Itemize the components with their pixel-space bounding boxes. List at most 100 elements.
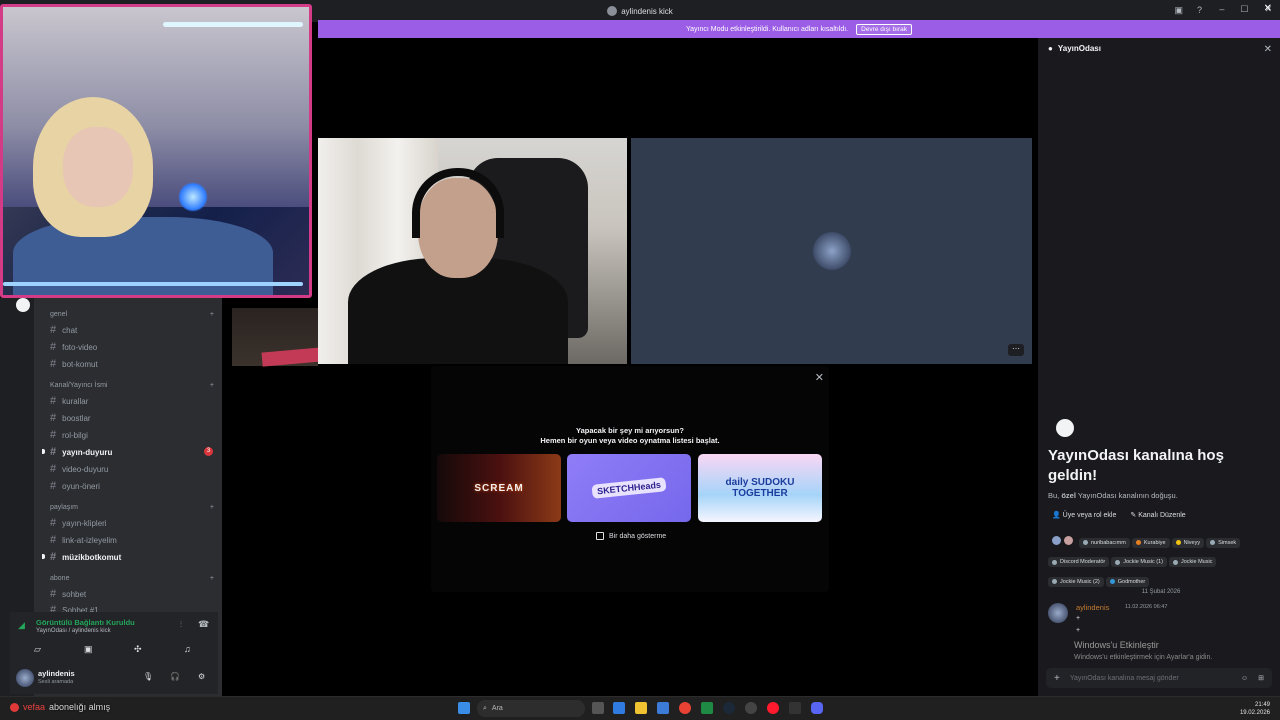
video-tile-camera[interactable] xyxy=(318,138,627,364)
maximize-icon[interactable]: ☐ xyxy=(1240,4,1248,15)
discord-icon[interactable] xyxy=(811,702,823,714)
channel-link-at-izleyelim[interactable]: # link-at-izleyelim xyxy=(50,534,117,546)
settings-gear-icon[interactable]: ⚙ xyxy=(198,672,205,681)
subscriber-name: vefaa xyxy=(23,702,46,712)
channel-actions: 👤 Üye veya rol ekle ✎ Kanalı Düzenle xyxy=(1052,511,1186,519)
message-line: + xyxy=(1076,615,1081,622)
channel-bot-komut[interactable]: # bot-komut xyxy=(50,358,98,370)
game-card-sketchheads[interactable]: SKETCHHeads xyxy=(567,454,691,522)
role-chip[interactable]: Niveyy xyxy=(1171,537,1205,548)
file-explorer-icon[interactable] xyxy=(635,702,647,714)
add-member-button[interactable]: 👤 Üye veya rol ekle xyxy=(1052,511,1116,519)
close-chat-icon[interactable]: ✕ xyxy=(1264,44,1272,55)
edge-icon[interactable] xyxy=(613,702,625,714)
obs-icon[interactable] xyxy=(745,702,757,714)
avatar[interactable] xyxy=(16,669,34,687)
unread-indicator xyxy=(42,449,45,454)
role-chip[interactable]: Jockie Music (1) xyxy=(1111,557,1167,567)
video-tile-avatar[interactable]: ⋯ xyxy=(631,138,1032,364)
taskbar-search[interactable]: ⌕ Ara xyxy=(477,700,585,717)
activities-icon[interactable]: ✣ xyxy=(134,644,142,655)
store-icon[interactable] xyxy=(657,702,669,714)
close-icon[interactable]: ✕ xyxy=(815,371,824,384)
role-color-dot xyxy=(1109,579,1115,584)
channel-oyun-oneri[interactable]: # oyun-öneri xyxy=(50,480,100,492)
role-chip[interactable]: Simsek xyxy=(1206,537,1241,548)
role-chip[interactable]: Discord Moderatör xyxy=(1048,557,1110,567)
game-card-sudoku[interactable]: daily SUDOKU TOGETHER xyxy=(698,454,822,522)
chat-bubble-icon: ● xyxy=(1048,44,1053,53)
channel-boostlar[interactable]: # boostlar xyxy=(50,412,91,424)
channel-muzikbotkomut[interactable]: # müzikbotkomut xyxy=(50,551,121,563)
category-kanal[interactable]: Kanal/Yayıncı İsmi + xyxy=(50,382,214,389)
role-chip[interactable]: Godmother xyxy=(1105,576,1150,587)
apps-icon[interactable]: ⊞ xyxy=(1258,674,1264,682)
app-icon xyxy=(607,6,618,16)
channel-chat[interactable]: # chat xyxy=(50,324,77,336)
neon-light xyxy=(163,22,303,27)
add-attachment-icon[interactable]: + xyxy=(1054,673,1060,684)
disconnect-icon[interactable]: ☎ xyxy=(198,619,209,630)
dont-show-again[interactable]: Bir daha gösterme xyxy=(596,532,666,540)
minimize-icon[interactable]: – xyxy=(1219,4,1224,15)
chat-header: ● YayınOdası xyxy=(1048,44,1101,53)
category-genel[interactable]: genel + xyxy=(50,311,214,318)
xbox-icon[interactable] xyxy=(701,702,713,714)
chrome-icon[interactable] xyxy=(679,702,691,714)
channel-yayin-duyuru[interactable]: # yayın-duyuru xyxy=(50,446,112,458)
more-options-icon[interactable]: ⋯ xyxy=(1008,344,1024,356)
help-icon[interactable]: ? xyxy=(1197,5,1202,16)
edit-channel-button[interactable]: ✎ Kanalı Düzenle xyxy=(1130,511,1185,519)
noise-suppression-icon[interactable]: ⫶ xyxy=(180,620,182,630)
server-icon[interactable] xyxy=(16,298,30,312)
role-chip[interactable]: Kurabiye xyxy=(1131,537,1170,548)
opera-icon[interactable] xyxy=(767,702,779,714)
avatar[interactable] xyxy=(1048,603,1068,623)
role-color-dot xyxy=(1175,540,1181,545)
add-channel-icon[interactable]: + xyxy=(210,311,214,318)
headphones-icon[interactable]: 🎧 xyxy=(170,672,180,681)
channel-kurallar[interactable]: # kurallar xyxy=(50,395,88,407)
epic-games-icon[interactable] xyxy=(789,702,801,714)
streamer-mode-banner: Yayıncı Modu etkinleştirildi. Kullanıcı … xyxy=(318,20,1280,38)
role-chip[interactable]: Jockie Music xyxy=(1168,557,1217,567)
hash-icon: # xyxy=(50,324,57,336)
steam-icon[interactable] xyxy=(723,702,735,714)
signal-icon: ◢ xyxy=(18,620,25,630)
taskbar-clock[interactable]: 21:49 19.02.2026 xyxy=(1240,701,1270,717)
microphone-icon[interactable]: 🎙 xyxy=(143,672,153,681)
message-author[interactable]: aylindenis xyxy=(1076,603,1109,612)
disable-streamer-mode-button[interactable]: Devre dışı bırak xyxy=(856,23,912,35)
start-icon[interactable] xyxy=(458,702,470,714)
channel-yayin-klipleri[interactable]: # yayın-klipleri xyxy=(50,517,107,529)
add-channel-icon[interactable]: + xyxy=(210,504,214,511)
channel-foto-video[interactable]: # foto-video xyxy=(50,341,97,353)
hash-icon: # xyxy=(50,412,57,424)
inbox-icon[interactable]: ▣ xyxy=(1174,5,1183,16)
camera-off-icon[interactable]: ▱ xyxy=(34,644,41,655)
game-card-scream[interactable]: SCREAM xyxy=(437,454,561,522)
message-input[interactable]: + YayınOdası kanalına mesaj gönder ☺ ⊞ xyxy=(1046,668,1272,688)
banner-close-icon[interactable]: ✕ xyxy=(1264,3,1272,14)
channel-rol-bilgi[interactable]: # rol-bilgi xyxy=(50,429,88,441)
emoji-icon[interactable]: ☺ xyxy=(1241,675,1248,682)
welcome-subtitle: Bu, özel YayınOdası kanalının doğuşu. xyxy=(1048,491,1178,500)
category-paylasim[interactable]: paylaşım + xyxy=(50,504,214,511)
soundboard-icon[interactable]: ♫ xyxy=(184,644,191,654)
task-view-icon[interactable] xyxy=(592,702,604,714)
voice-location[interactable]: YayınOdası / aylindenis kick xyxy=(36,628,111,634)
channel-video-duyuru[interactable]: # video-duyuru xyxy=(50,463,108,475)
category-abone[interactable]: abone + xyxy=(50,575,214,582)
username[interactable]: aylindenis xyxy=(38,669,75,678)
add-channel-icon[interactable]: + xyxy=(210,382,214,389)
role-chip[interactable]: Jockie Music (2) xyxy=(1048,576,1104,587)
stage-edge xyxy=(222,298,323,696)
screen-share-icon[interactable]: ▣ xyxy=(84,644,93,655)
hash-icon: # xyxy=(50,463,57,475)
add-channel-icon[interactable]: + xyxy=(210,575,214,582)
hash-icon: # xyxy=(50,588,57,600)
role-chip[interactable]: nuribabacımm xyxy=(1079,537,1130,548)
channel-sohbet[interactable]: # sohbet xyxy=(50,588,86,600)
checkbox[interactable] xyxy=(596,532,604,540)
hash-icon: # xyxy=(50,358,57,370)
